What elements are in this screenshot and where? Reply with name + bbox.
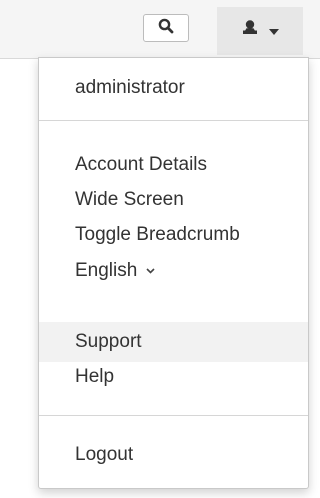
support-link[interactable]: Support [39,322,308,362]
username-label: administrator [75,77,185,98]
caret-down-icon [269,22,279,40]
user-menu-toggle[interactable] [217,7,303,55]
language-label: English [75,260,138,281]
language-selector[interactable]: English [39,251,308,291]
search-button[interactable] [143,14,189,42]
wide-screen-link[interactable]: Wide Screen [39,180,308,220]
menu-divider [39,120,308,121]
chevron-down-icon [146,268,155,274]
user-icon [241,19,259,44]
user-dropdown-menu: administrator Account Details Wide Scree… [38,57,309,489]
top-navbar [0,0,320,59]
menu-divider [39,415,308,416]
account-details-link[interactable]: Account Details [39,145,308,185]
toggle-breadcrumb-link[interactable]: Toggle Breadcrumb [39,215,308,255]
logout-link[interactable]: Logout [39,435,308,475]
help-link[interactable]: Help [39,357,308,397]
search-icon [158,18,174,39]
